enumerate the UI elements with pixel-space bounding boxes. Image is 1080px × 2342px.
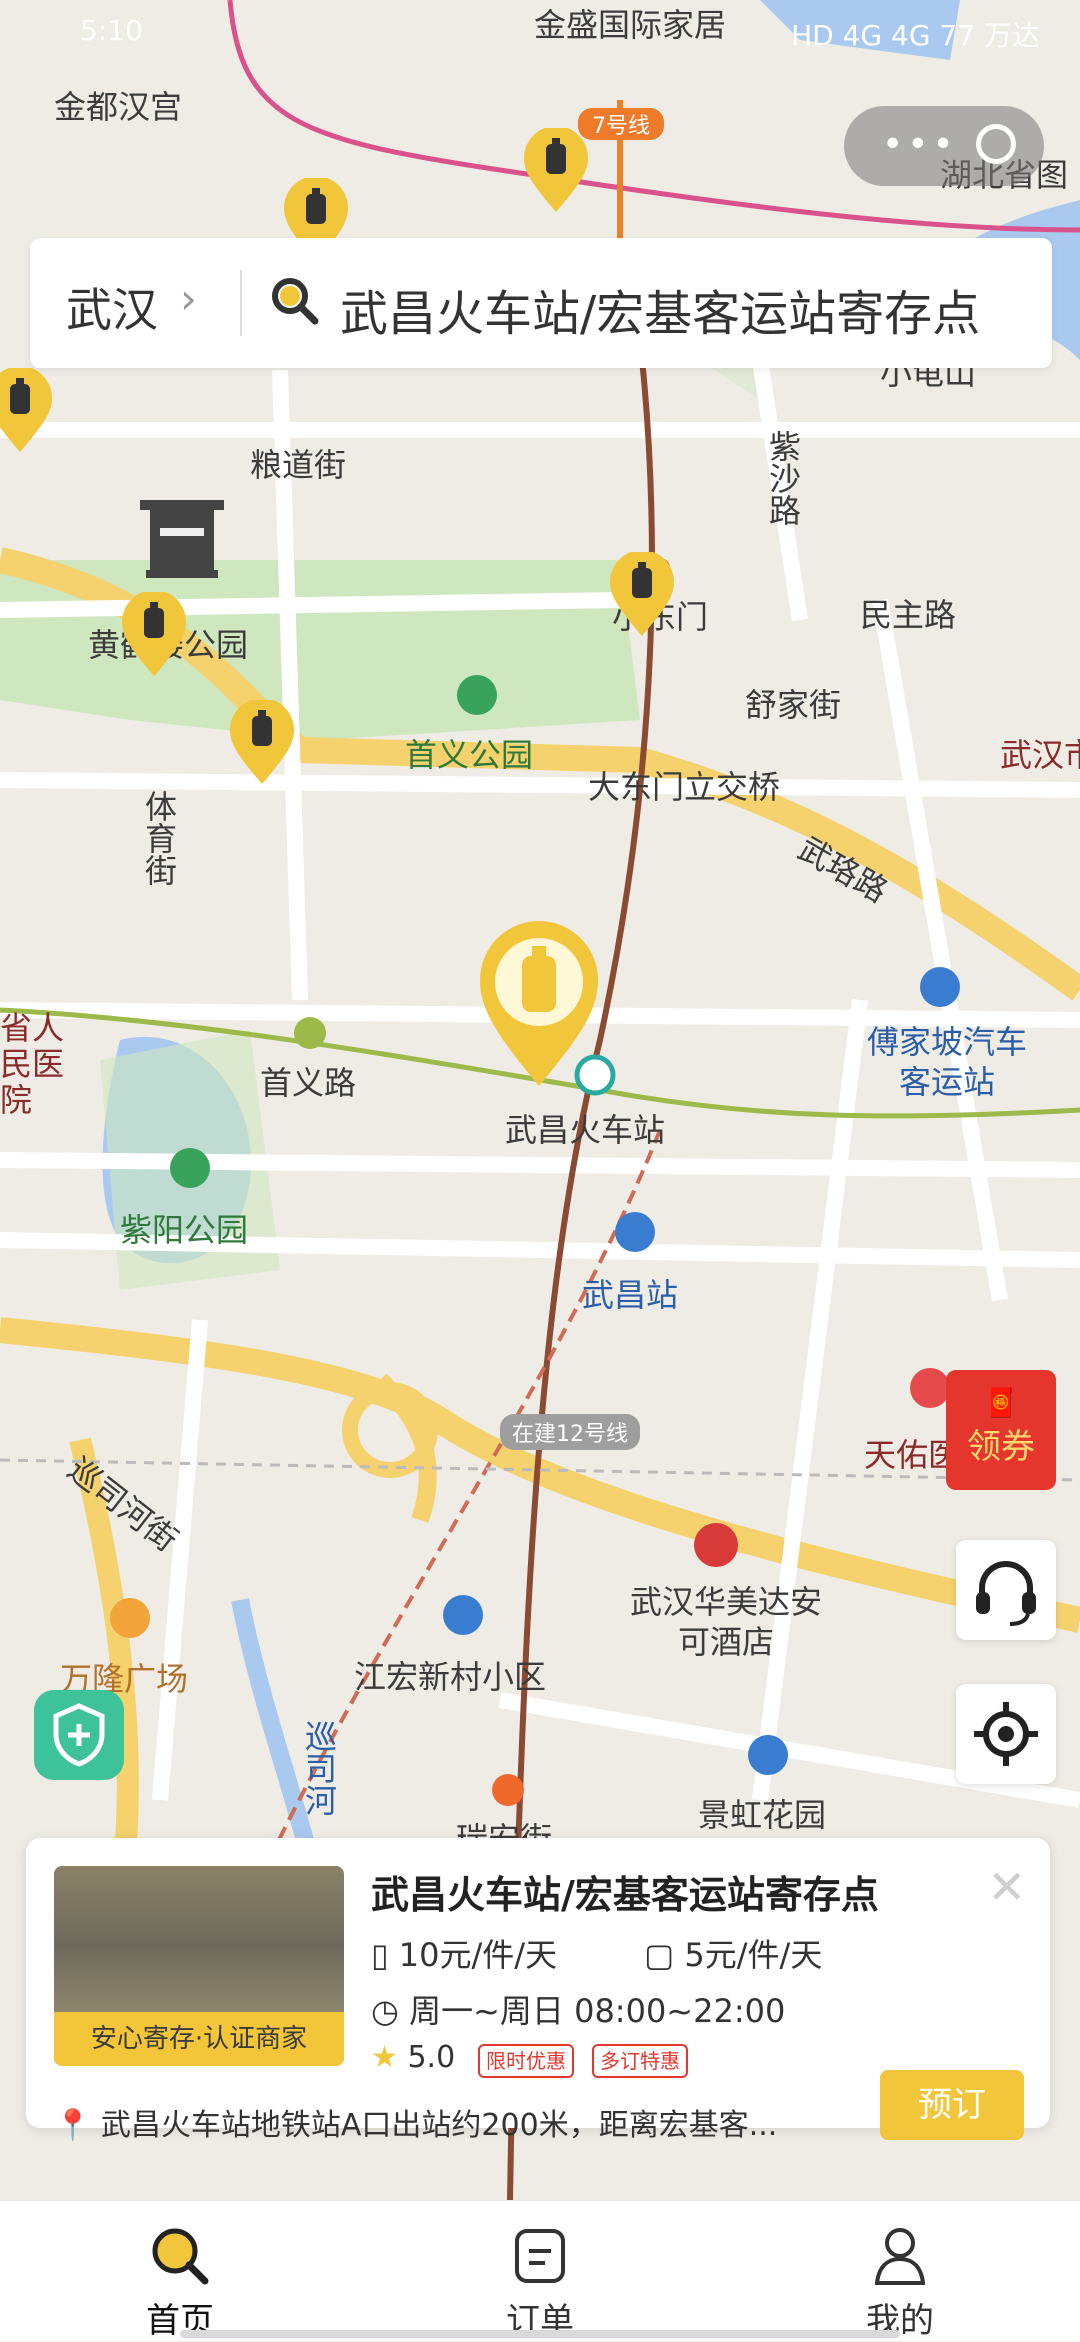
search-icon xyxy=(272,278,319,325)
luggage-pin-icon[interactable] xyxy=(120,592,188,678)
tab-mine[interactable]: 我的 xyxy=(720,2201,1080,2341)
price-small: ▢ 5元/件/天 xyxy=(644,1936,823,1974)
large-luggage-icon: ▯ xyxy=(371,1936,389,1974)
selected-luggage-pin-icon[interactable] xyxy=(474,920,604,1090)
status-time: 5:10 xyxy=(80,14,143,47)
locate-icon xyxy=(974,1702,1038,1766)
divider xyxy=(240,270,242,336)
search-bar[interactable]: 武汉 › 武昌火车站/宏基客运站寄存点 xyxy=(30,238,1052,368)
star-icon: ★ xyxy=(371,2040,398,2075)
mini-program-capsule[interactable]: ••• xyxy=(844,106,1044,186)
rating: ★ 5.0 xyxy=(371,2040,456,2075)
map-label: 金盛国际家居 xyxy=(534,6,727,44)
map-label: 首义公园 xyxy=(405,736,534,774)
tab-home[interactable]: 首页 xyxy=(0,2201,360,2341)
metro-line-badge: 7号线 xyxy=(578,108,664,140)
home-indicator xyxy=(180,2330,900,2338)
map-label: 民主路 xyxy=(860,596,957,634)
map-label: 武汉市 xyxy=(1000,736,1080,774)
store-photo: 安心寄存·认证商家 xyxy=(54,1866,344,2066)
business-hours: ◷ 周一~周日 08:00~22:00 xyxy=(371,1992,786,2030)
map-label: 体育街 xyxy=(140,790,178,886)
safety-shield-button[interactable] xyxy=(34,1690,124,1780)
map-label: 首义路 xyxy=(260,1064,357,1102)
chevron-right-icon: › xyxy=(180,274,197,323)
map-label: 武昌站 xyxy=(582,1276,679,1314)
tab-orders[interactable]: 订单 xyxy=(360,2201,720,2341)
clock-icon: ◷ xyxy=(371,1992,399,2030)
profile-icon xyxy=(874,2228,926,2285)
search-input[interactable]: 武昌火车站/宏基客运站寄存点 xyxy=(340,274,980,344)
close-card-button[interactable]: ✕ xyxy=(987,1860,1026,1914)
map-label: 傅家坡汽车客运站 xyxy=(866,1023,1027,1101)
luggage-pin-icon[interactable] xyxy=(522,128,590,214)
map-label: 巡司河 xyxy=(300,1720,338,1816)
map-label: 舒家街 xyxy=(745,686,842,724)
map-label: 景虹花园 xyxy=(698,1796,827,1834)
status-right: HD 4G 4G 77 万达 xyxy=(791,19,1040,52)
map-label: 金都汉宫 xyxy=(54,88,183,126)
metro-line-badge: 在建12号线 xyxy=(500,1414,640,1450)
city-selector[interactable]: 武汉 xyxy=(66,274,158,340)
map-label: 紫阳公园 xyxy=(120,1211,249,1249)
luggage-pin-icon[interactable] xyxy=(608,552,676,638)
luggage-pin-icon[interactable] xyxy=(228,700,296,786)
store-title: 武昌火车站/宏基客运站寄存点 xyxy=(371,1873,879,1917)
map-label: 武昌火车站 xyxy=(505,1111,666,1149)
location-pin-icon: 📍 xyxy=(54,2108,92,2143)
more-icon[interactable]: ••• xyxy=(882,124,958,165)
map-label: 省人民医院 xyxy=(0,1009,65,1119)
luggage-pin-icon[interactable] xyxy=(0,368,54,454)
close-mini-program-icon[interactable] xyxy=(976,124,1016,164)
search-home-icon xyxy=(152,2228,209,2285)
map-label: 大东门立交桥 xyxy=(588,768,781,806)
headset-icon xyxy=(976,1561,1036,1626)
store-card[interactable]: 安心寄存·认证商家 武昌火车站/宏基客运站寄存点 ✕ ▯ 10元/件/天 ▢ 5… xyxy=(26,1838,1050,2143)
customer-service-button[interactable] xyxy=(956,1540,1056,1640)
coupon-label: 领券 xyxy=(967,1427,1035,1467)
shield-plus-icon xyxy=(53,1703,105,1767)
book-button[interactable]: 预订 xyxy=(880,2070,1024,2140)
map-label: 武汉华美达安可酒店 xyxy=(629,1583,822,1661)
small-bag-icon: ▢ xyxy=(644,1936,675,1974)
promo-tag: 限时优惠 xyxy=(478,2044,574,2078)
coupon-button[interactable]: 🧧 领券 xyxy=(946,1370,1056,1490)
certified-badge: 安心寄存·认证商家 xyxy=(54,2012,344,2066)
bottom-tab-bar: 首页 订单 我的 xyxy=(0,2200,1080,2341)
locate-button[interactable] xyxy=(956,1684,1056,1784)
promo-tag: 多订特惠 xyxy=(592,2044,688,2078)
map-label: 江宏新村小区 xyxy=(354,1658,547,1696)
orders-icon xyxy=(515,2229,565,2283)
map-label: 紫沙路 xyxy=(764,430,802,526)
price-large: ▯ 10元/件/天 xyxy=(371,1936,558,1974)
store-address: 📍 武昌火车站地铁站A口出站约200米，距离宏基客... xyxy=(54,2108,778,2143)
map-label: 粮道街 xyxy=(250,446,347,484)
